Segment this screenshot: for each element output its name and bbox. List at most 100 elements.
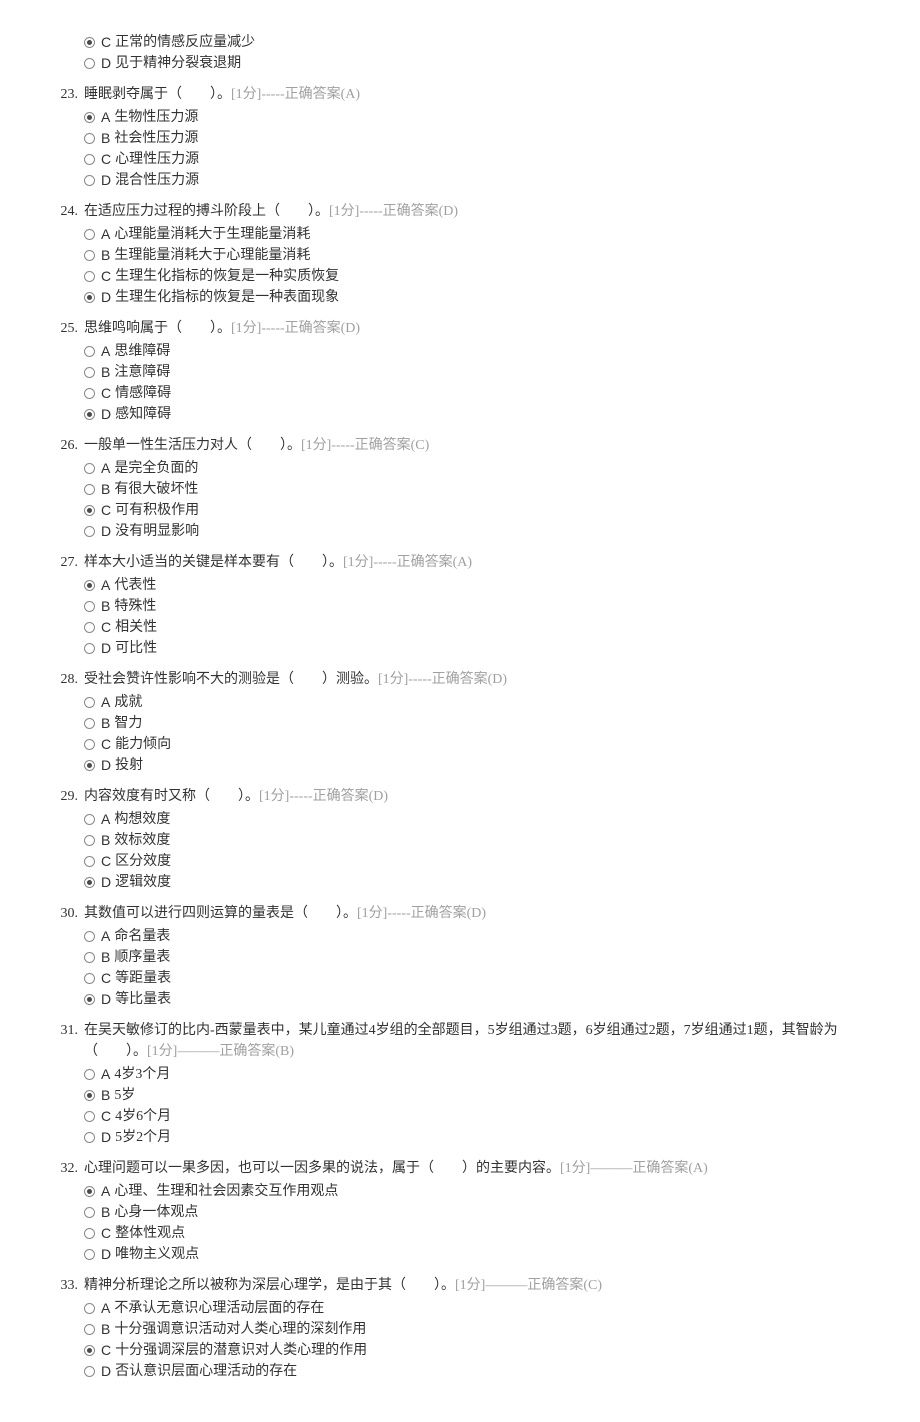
option-row[interactable]: B 效标效度	[84, 830, 880, 851]
option-row[interactable]: A 4岁3个月	[84, 1064, 880, 1085]
radio-icon[interactable]	[84, 1228, 95, 1239]
option-row[interactable]: C 4岁6个月	[84, 1106, 880, 1127]
option-row[interactable]: A 成就	[84, 692, 880, 713]
radio-icon[interactable]	[84, 580, 95, 591]
radio-icon[interactable]	[84, 1207, 95, 1218]
option-text: 注意障碍	[114, 362, 170, 383]
radio-icon[interactable]	[84, 37, 95, 48]
option-row[interactable]: D 唯物主义观点	[84, 1244, 880, 1265]
option-row[interactable]: B 社会性压力源	[84, 128, 880, 149]
radio-icon[interactable]	[84, 643, 95, 654]
option-row[interactable]: D 感知障碍	[84, 404, 880, 425]
option-row[interactable]: D 逻辑效度	[84, 872, 880, 893]
option-row[interactable]: A 命名量表	[84, 926, 880, 947]
radio-icon[interactable]	[84, 292, 95, 303]
radio-icon[interactable]	[84, 1186, 95, 1197]
option-row[interactable]: B 生理能量消耗大于心理能量消耗	[84, 245, 880, 266]
radio-icon[interactable]	[84, 718, 95, 729]
radio-icon[interactable]	[84, 877, 95, 888]
radio-icon[interactable]	[84, 271, 95, 282]
radio-icon[interactable]	[84, 1324, 95, 1335]
option-row[interactable]: B 十分强调意识活动对人类心理的深刻作用	[84, 1319, 880, 1340]
radio-icon[interactable]	[84, 58, 95, 69]
radio-icon[interactable]	[84, 409, 95, 420]
option-row[interactable]: A 不承认无意识心理活动层面的存在	[84, 1298, 880, 1319]
option-row[interactable]: A 思维障碍	[84, 341, 880, 362]
radio-icon[interactable]	[84, 484, 95, 495]
radio-icon[interactable]	[84, 739, 95, 750]
radio-icon[interactable]	[84, 1069, 95, 1080]
option-row[interactable]: C 相关性	[84, 617, 880, 638]
option-row[interactable]: D 否认意识层面心理活动的存在	[84, 1361, 880, 1382]
option-row[interactable]: A 生物性压力源	[84, 107, 880, 128]
option-row[interactable]: B 有很大破坏性	[84, 479, 880, 500]
radio-icon[interactable]	[84, 1132, 95, 1143]
radio-icon[interactable]	[84, 463, 95, 474]
radio-icon[interactable]	[84, 622, 95, 633]
question-header: 24.在适应压力过程的搏斗阶段上（ ）。[1分]-----正确答案(D)	[50, 201, 880, 222]
radio-icon[interactable]	[84, 697, 95, 708]
radio-icon[interactable]	[84, 133, 95, 144]
radio-icon[interactable]	[84, 112, 95, 123]
option-row[interactable]: A 是完全负面的	[84, 458, 880, 479]
option-row[interactable]: C 生理生化指标的恢复是一种实质恢复	[84, 266, 880, 287]
radio-icon[interactable]	[84, 367, 95, 378]
radio-icon[interactable]	[84, 526, 95, 537]
option-row[interactable]: A 构想效度	[84, 809, 880, 830]
option-row[interactable]: D 可比性	[84, 638, 880, 659]
option-row[interactable]: C 心理性压力源	[84, 149, 880, 170]
question-text: 精神分析理论之所以被称为深层心理学，是由于其（ ）。	[84, 1278, 455, 1293]
radio-icon[interactable]	[84, 175, 95, 186]
question-header: 27.样本大小适当的关键是样本要有（ ）。[1分]-----正确答案(A)	[50, 552, 880, 573]
option-row[interactable]: C 十分强调深层的潜意识对人类心理的作用	[84, 1340, 880, 1361]
option-row[interactable]: D 见于精神分裂衰退期	[84, 53, 880, 74]
option-row[interactable]: C 情感障碍	[84, 383, 880, 404]
option-row[interactable]: C 等距量表	[84, 968, 880, 989]
radio-icon[interactable]	[84, 1249, 95, 1260]
option-row[interactable]: D 没有明显影响	[84, 521, 880, 542]
option-row[interactable]: D 投射	[84, 755, 880, 776]
option-row[interactable]: C 整体性观点	[84, 1223, 880, 1244]
option-letter: C	[101, 968, 111, 989]
radio-icon[interactable]	[84, 952, 95, 963]
radio-icon[interactable]	[84, 154, 95, 165]
option-row[interactable]: D 混合性压力源	[84, 170, 880, 191]
option-row[interactable]: C 能力倾向	[84, 734, 880, 755]
option-row[interactable]: B 心身一体观点	[84, 1202, 880, 1223]
option-row[interactable]: C 区分效度	[84, 851, 880, 872]
radio-icon[interactable]	[84, 250, 95, 261]
option-row[interactable]: A 心理能量消耗大于生理能量消耗	[84, 224, 880, 245]
option-row[interactable]: A 心理、生理和社会因素交互作用观点	[84, 1181, 880, 1202]
radio-icon[interactable]	[84, 994, 95, 1005]
radio-icon[interactable]	[84, 1090, 95, 1101]
radio-icon[interactable]	[84, 346, 95, 357]
option-text: 代表性	[114, 575, 156, 596]
option-letter: C	[101, 500, 111, 521]
radio-icon[interactable]	[84, 601, 95, 612]
option-row[interactable]: D 生理生化指标的恢复是一种表面现象	[84, 287, 880, 308]
option-row[interactable]: B 智力	[84, 713, 880, 734]
radio-icon[interactable]	[84, 835, 95, 846]
radio-icon[interactable]	[84, 1345, 95, 1356]
radio-icon[interactable]	[84, 1303, 95, 1314]
radio-icon[interactable]	[84, 1111, 95, 1122]
option-row[interactable]: B 顺序量表	[84, 947, 880, 968]
option-row[interactable]: D 5岁2个月	[84, 1127, 880, 1148]
option-row[interactable]: C 正常的情感反应量减少	[84, 32, 880, 53]
radio-icon[interactable]	[84, 1366, 95, 1377]
radio-icon[interactable]	[84, 931, 95, 942]
radio-icon[interactable]	[84, 973, 95, 984]
radio-icon[interactable]	[84, 229, 95, 240]
option-row[interactable]: B 注意障碍	[84, 362, 880, 383]
radio-icon[interactable]	[84, 388, 95, 399]
score-label: [1分]	[357, 906, 387, 921]
option-row[interactable]: B 特殊性	[84, 596, 880, 617]
radio-icon[interactable]	[84, 505, 95, 516]
option-row[interactable]: A 代表性	[84, 575, 880, 596]
option-row[interactable]: C 可有积极作用	[84, 500, 880, 521]
option-row[interactable]: B 5岁	[84, 1085, 880, 1106]
option-row[interactable]: D 等比量表	[84, 989, 880, 1010]
radio-icon[interactable]	[84, 856, 95, 867]
radio-icon[interactable]	[84, 814, 95, 825]
radio-icon[interactable]	[84, 760, 95, 771]
